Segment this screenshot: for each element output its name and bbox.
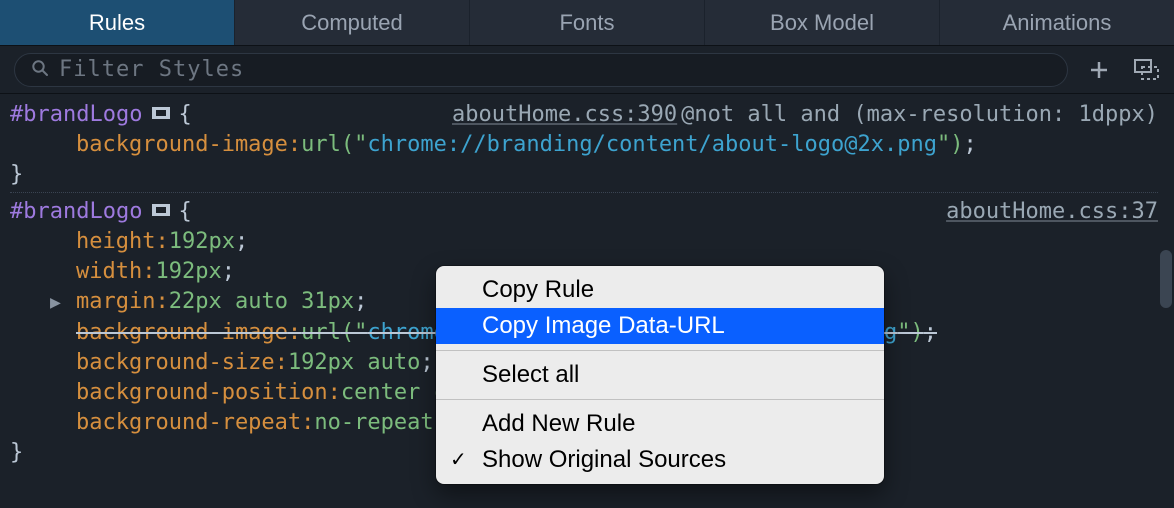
colon: : (288, 130, 301, 160)
rule-header: #brandLogo { aboutHome.css:37 (10, 197, 1158, 227)
colon: : (328, 378, 341, 408)
context-menu-separator (436, 350, 884, 351)
rule-declarations: background-image: url("chrome://branding… (10, 130, 1158, 160)
filter-styles-field[interactable] (14, 53, 1068, 87)
close-brace: } (10, 160, 1158, 190)
property-value[interactable]: url (301, 318, 341, 348)
rules-toolbar (0, 46, 1174, 94)
ctx-item-label: Show Original Sources (482, 445, 726, 475)
rule-selector[interactable]: #brandLogo (10, 197, 142, 227)
quote: ") (937, 130, 964, 160)
colon: : (142, 257, 155, 287)
devtools-sidebar-tabs: Rules Computed Fonts Box Model Animation… (0, 0, 1174, 46)
plus-icon (1088, 59, 1110, 81)
add-rule-button[interactable] (1082, 53, 1116, 87)
ctx-copy-rule[interactable]: Copy Rule (436, 272, 884, 308)
property-value[interactable]: 22px auto 31px (169, 287, 354, 317)
property-name[interactable]: background-position (76, 378, 328, 408)
context-menu: Copy Rule Copy Image Data-URL Select all… (436, 266, 884, 484)
property-name[interactable]: width (76, 257, 142, 287)
highlight-icon (150, 202, 172, 218)
property-value[interactable]: 192px auto (288, 348, 420, 378)
property-name[interactable]: height (76, 227, 155, 257)
semicolon: ; (354, 287, 367, 317)
filter-styles-input[interactable] (59, 57, 1051, 82)
quote: ") (897, 318, 924, 348)
quote: (" (341, 130, 368, 160)
url-value[interactable]: chrome://branding/content/about-logo@2x.… (367, 130, 937, 160)
semicolon: ; (924, 318, 937, 348)
rule-selector[interactable]: #brandLogo (10, 100, 142, 130)
ctx-select-all[interactable]: Select all (436, 357, 884, 393)
property-value[interactable]: no-repeat (314, 408, 433, 438)
property-value[interactable]: 192px (169, 227, 235, 257)
tab-animations[interactable]: Animations (940, 0, 1174, 45)
property-name[interactable]: background-image (76, 318, 288, 348)
declaration[interactable]: height: 192px; (76, 227, 1158, 257)
colon: : (155, 287, 168, 317)
semicolon: ; (222, 257, 235, 287)
highlight-nodes-button[interactable] (150, 104, 172, 122)
stacked-rects-icon (1134, 59, 1160, 81)
check-icon: ✓ (450, 445, 467, 475)
tab-box-model[interactable]: Box Model (705, 0, 940, 45)
rule-header: #brandLogo { aboutHome.css:390 @not all … (10, 100, 1158, 130)
semicolon: ; (420, 348, 433, 378)
colon: : (301, 408, 314, 438)
media-query: @not all and (max-resolution: 1dppx) (681, 100, 1158, 130)
tab-computed[interactable]: Computed (235, 0, 470, 45)
colon: : (275, 348, 288, 378)
property-value[interactable]: 192px (155, 257, 221, 287)
tab-fonts[interactable]: Fonts (470, 0, 705, 45)
css-rule: #brandLogo { aboutHome.css:390 @not all … (10, 96, 1158, 192)
highlight-icon (150, 105, 172, 121)
ctx-copy-image-data-url[interactable]: Copy Image Data-URL (436, 308, 884, 344)
toggle-pseudo-button[interactable] (1130, 53, 1164, 87)
property-value[interactable]: url (301, 130, 341, 160)
rule-source[interactable]: aboutHome.css:37 (946, 197, 1158, 227)
highlight-nodes-button[interactable] (150, 201, 172, 219)
expand-shorthand-icon[interactable]: ▶ (50, 288, 76, 318)
quote: (" (341, 318, 368, 348)
search-icon (31, 59, 49, 81)
source-link[interactable]: aboutHome.css:390 (452, 100, 677, 130)
property-name[interactable]: background-image (76, 130, 288, 160)
rule-source[interactable]: aboutHome.css:390 @not all and (max-reso… (452, 100, 1158, 130)
colon: : (288, 318, 301, 348)
property-name[interactable]: background-repeat (76, 408, 301, 438)
scrollbar-thumb[interactable] (1160, 250, 1172, 308)
colon: : (155, 227, 168, 257)
ctx-add-new-rule[interactable]: Add New Rule (436, 406, 884, 442)
ctx-show-original-sources[interactable]: ✓ Show Original Sources (436, 442, 884, 478)
source-link[interactable]: aboutHome.css:37 (946, 197, 1158, 227)
semicolon: ; (963, 130, 976, 160)
property-name[interactable]: margin (76, 287, 155, 317)
open-brace: { (178, 100, 191, 130)
open-brace: { (178, 197, 191, 227)
declaration[interactable]: background-image: url("chrome://branding… (76, 130, 1158, 160)
semicolon: ; (235, 227, 248, 257)
rules-pane: #brandLogo { aboutHome.css:390 @not all … (0, 94, 1174, 484)
tab-rules[interactable]: Rules (0, 0, 235, 45)
property-name[interactable]: background-size (76, 348, 275, 378)
context-menu-separator (436, 399, 884, 400)
